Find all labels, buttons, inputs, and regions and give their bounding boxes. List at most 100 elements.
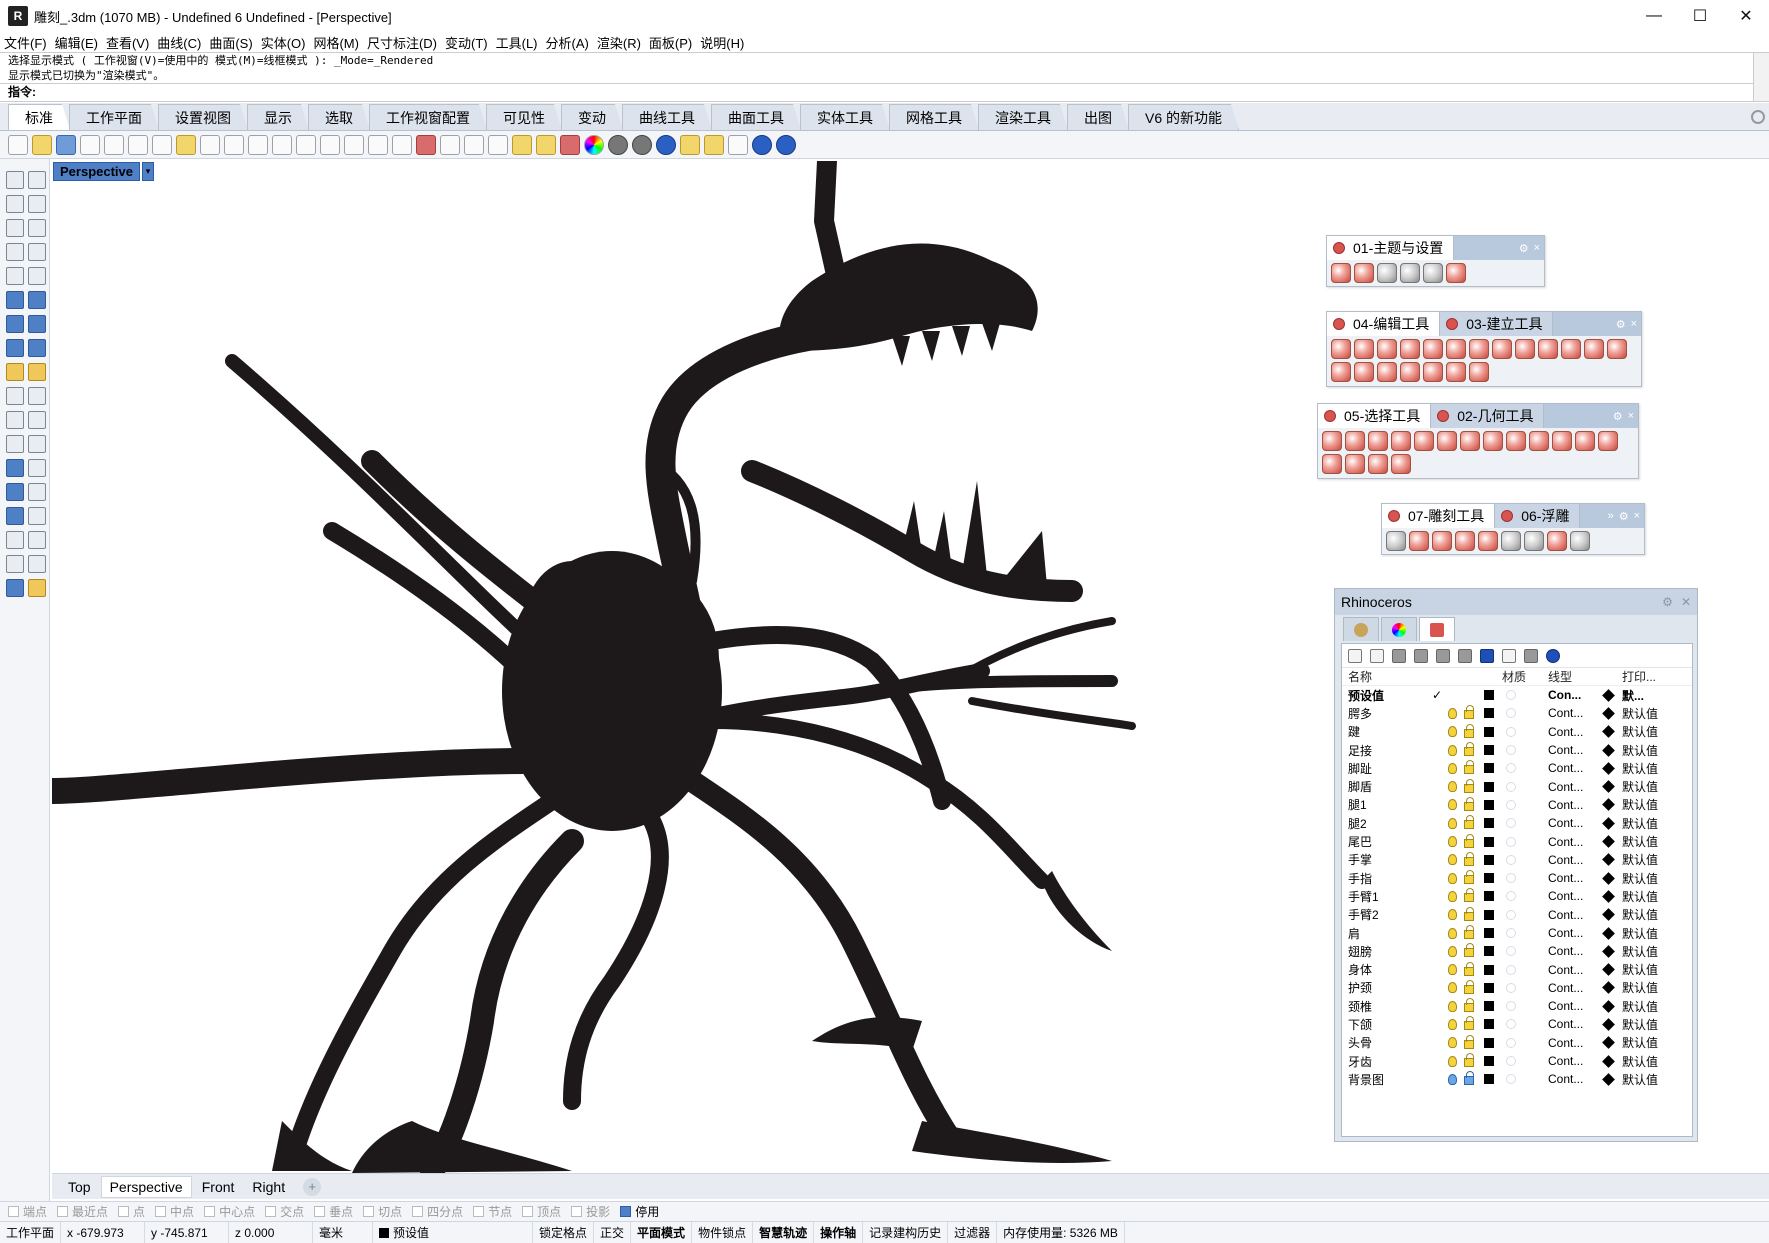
tool-button[interactable] — [1469, 362, 1489, 382]
open-file-icon[interactable] — [32, 134, 52, 155]
layer-linetype[interactable]: Cont... — [1544, 725, 1596, 739]
lock-icon[interactable] — [1464, 870, 1474, 885]
layer-material-dot[interactable] — [1506, 1019, 1516, 1030]
tool-button[interactable] — [1455, 531, 1475, 551]
dimension-icon[interactable] — [28, 507, 46, 525]
light-bulb-icon[interactable] — [1448, 890, 1457, 902]
tool-button[interactable] — [1368, 454, 1388, 474]
light-bulb-icon[interactable] — [1448, 744, 1457, 756]
light-bulb-icon[interactable] — [1448, 817, 1457, 829]
light-bulb-icon[interactable] — [1448, 836, 1457, 848]
layer-linetype[interactable]: Cont... — [1544, 926, 1596, 940]
menu-file[interactable]: 文件(F) — [4, 33, 47, 52]
print-color-icon[interactable] — [1601, 890, 1615, 903]
filter-icon[interactable] — [1480, 648, 1494, 663]
tab-right[interactable]: Right — [244, 1176, 293, 1198]
script-button[interactable] — [1446, 263, 1466, 283]
layer-material-dot[interactable] — [1506, 1074, 1516, 1085]
layer-color-swatch[interactable] — [1484, 799, 1494, 810]
layer-color-swatch[interactable] — [1484, 708, 1494, 719]
lock-icon[interactable] — [1464, 705, 1474, 720]
layer-color-swatch[interactable] — [1484, 1019, 1494, 1030]
select-arrow-icon[interactable] — [6, 171, 24, 189]
pan-move-icon[interactable] — [248, 134, 268, 155]
print-color-icon[interactable] — [1601, 963, 1615, 976]
settings-gear-icon[interactable] — [704, 134, 724, 155]
layer-material-dot[interactable] — [1506, 891, 1516, 902]
rebuild-icon[interactable] — [28, 435, 46, 453]
menu-mesh[interactable]: 网格(M) — [313, 33, 359, 52]
gear-icon[interactable]: ⚙ — [1519, 242, 1529, 255]
layer-material-dot[interactable] — [1506, 928, 1516, 938]
tab-display[interactable]: 显示 — [247, 104, 309, 130]
tool-button[interactable] — [1524, 531, 1544, 551]
print-color-icon[interactable] — [1601, 981, 1615, 995]
trim-icon[interactable] — [6, 387, 24, 405]
render-icon[interactable] — [656, 134, 676, 155]
layer-linetype[interactable]: Cont... — [1544, 1072, 1596, 1086]
layer-material-dot[interactable] — [1506, 1037, 1516, 1048]
layer-print-width[interactable]: 默认值 — [1620, 815, 1680, 832]
more-button[interactable] — [1423, 263, 1443, 283]
menu-view[interactable]: 查看(V) — [106, 33, 149, 52]
tab-properties[interactable] — [1343, 617, 1379, 641]
color-wheel-icon[interactable] — [584, 134, 604, 155]
cylinder-icon[interactable] — [6, 339, 24, 357]
lock-icon[interactable] — [1464, 888, 1474, 903]
layer-row[interactable]: 踺 Cont... 默认值 — [1342, 723, 1692, 741]
tool-button[interactable] — [1570, 531, 1590, 551]
tool-button[interactable] — [1409, 531, 1429, 551]
tool-button[interactable] — [1423, 339, 1443, 359]
light-bulb-icon[interactable] — [1448, 927, 1457, 939]
curve-icon[interactable] — [28, 195, 46, 213]
print-color-icon[interactable] — [1601, 1018, 1615, 1031]
check-icon[interactable] — [28, 555, 46, 573]
column-print[interactable]: 打印... — [1620, 668, 1680, 685]
gear-icon[interactable]: ⚙ — [1616, 318, 1626, 331]
tool-button[interactable] — [1538, 339, 1558, 359]
tab-render-tools[interactable]: 渲染工具 — [978, 104, 1068, 130]
tool-button[interactable] — [1331, 362, 1351, 382]
close-icon[interactable]: × — [1634, 510, 1640, 522]
lock-icon[interactable] — [1464, 1034, 1474, 1049]
tool-button[interactable] — [1515, 339, 1535, 359]
checkbox-icon[interactable] — [118, 1206, 130, 1217]
four-view-icon[interactable] — [392, 134, 412, 155]
checkbox-icon[interactable] — [363, 1206, 375, 1217]
boolean-icon[interactable] — [28, 315, 46, 333]
cut-icon[interactable] — [128, 134, 148, 155]
lock-icon[interactable] — [1464, 851, 1474, 866]
menu-analyze[interactable]: 分析(A) — [546, 33, 589, 52]
tool-button[interactable] — [1322, 454, 1342, 474]
layer-row[interactable]: 牙齿 Cont... 默认值 — [1342, 1052, 1692, 1070]
column-material[interactable]: 材质 — [1498, 668, 1544, 685]
explode-icon[interactable] — [28, 411, 46, 429]
paste-icon[interactable] — [176, 134, 196, 155]
tools-icon[interactable] — [1524, 648, 1538, 663]
viewport-menu-arrow[interactable]: ▾ — [142, 162, 154, 181]
tab-select[interactable]: 选取 — [308, 104, 370, 130]
tool-button[interactable] — [1547, 531, 1567, 551]
tool-button[interactable] — [1391, 454, 1411, 474]
layer-material-dot[interactable] — [1506, 690, 1516, 701]
layer-print-width[interactable]: 默认值 — [1620, 760, 1680, 777]
osnap-option[interactable]: 交点 — [265, 1203, 304, 1220]
lock-icon[interactable] — [1464, 943, 1474, 958]
layer-color-swatch[interactable] — [1484, 763, 1494, 774]
layer-linetype[interactable]: Cont... — [1544, 889, 1596, 903]
tool-button[interactable] — [1400, 362, 1420, 382]
layer-color-swatch[interactable] — [1484, 982, 1494, 993]
layer-linetype[interactable]: Cont... — [1544, 963, 1596, 977]
menu-dimension[interactable]: 尺寸标注(D) — [367, 33, 437, 52]
tool-button[interactable] — [1561, 339, 1581, 359]
layer-linetype[interactable]: Cont... — [1544, 1036, 1596, 1050]
column-name[interactable]: 名称 — [1342, 668, 1432, 685]
tool-button[interactable] — [1377, 362, 1397, 382]
help-button[interactable] — [1400, 263, 1420, 283]
group-icon[interactable] — [6, 579, 24, 597]
cplane-icon[interactable] — [416, 134, 436, 155]
layer-linetype[interactable]: Cont... — [1544, 1054, 1596, 1068]
layer-color-swatch[interactable] — [1484, 1037, 1494, 1048]
close-icon[interactable]: × — [1534, 242, 1540, 254]
more-tabs-button[interactable]: » — [1608, 510, 1614, 522]
